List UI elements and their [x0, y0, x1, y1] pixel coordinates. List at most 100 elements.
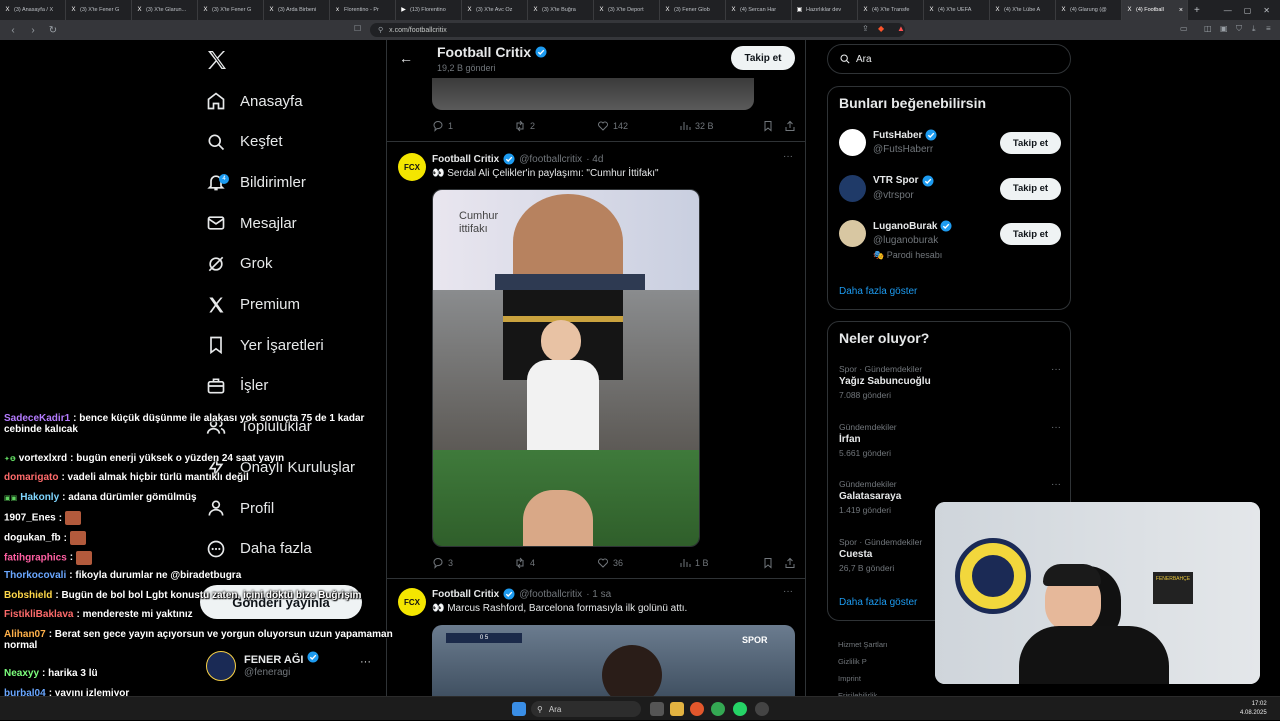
task-view-icon[interactable]: [650, 702, 664, 716]
minimize-icon[interactable]: —: [1224, 6, 1232, 15]
views-button[interactable]: 32 B: [679, 120, 714, 132]
share-icon[interactable]: ⇪: [862, 24, 869, 33]
bookmark-button[interactable]: [762, 120, 774, 132]
footer-link[interactable]: Gizlilik P: [838, 653, 948, 670]
share-button[interactable]: [784, 557, 796, 569]
forward-icon[interactable]: ›: [26, 25, 40, 36]
new-tab-button[interactable]: +: [1188, 5, 1206, 16]
browser-tab[interactable]: X (4) Glarung (@: [1056, 0, 1122, 20]
x-logo-icon[interactable]: [205, 48, 229, 72]
follow-button[interactable]: Takip et: [731, 46, 795, 70]
suggestion-item[interactable]: VTR Spor @vtrspor Takip et: [839, 174, 1061, 215]
retweet-button[interactable]: 4: [514, 557, 535, 569]
brave-shield-icon[interactable]: ◆: [878, 24, 884, 33]
browser-tab[interactable]: X (3) X'te Avc Oz: [462, 0, 528, 20]
tweet[interactable]: FCX Football Critix @footballcritix · 4d…: [387, 143, 805, 579]
tweet-handle[interactable]: @footballcritix: [519, 589, 582, 600]
search-input[interactable]: Ara: [827, 44, 1071, 74]
show-more-link[interactable]: Daha fazla göster: [839, 597, 917, 608]
follow-button[interactable]: Takip et: [1000, 177, 1061, 200]
reply-button[interactable]: 3: [432, 557, 453, 569]
tweet-time[interactable]: · 4d: [586, 154, 603, 165]
trend-more-icon[interactable]: ···: [1051, 422, 1061, 433]
browser-tab[interactable]: X (3) X'te Glarun...: [132, 0, 198, 20]
browser-tab[interactable]: X (3) X'te Deport: [594, 0, 660, 20]
nav-item-bell[interactable]: 4 Bildirimler: [206, 167, 306, 197]
follow-button[interactable]: Takip et: [1000, 223, 1061, 245]
tweet[interactable]: FCX Football Critix @footballcritix · 1 …: [387, 580, 805, 696]
browser-tab[interactable]: X (3) X'te Fener G: [66, 0, 132, 20]
browser-tab[interactable]: X (3) Arda Birbeni: [264, 0, 330, 20]
footer-link[interactable]: Imprint: [838, 670, 948, 687]
tweet-more-icon[interactable]: ···: [783, 151, 793, 162]
browser-tab[interactable]: X (4) X'te Lübe A: [990, 0, 1056, 20]
start-icon[interactable]: [512, 702, 526, 716]
show-more-link[interactable]: Daha fazla göster: [839, 286, 917, 297]
browser-tab[interactable]: ▶ (13) Florentino: [396, 0, 462, 20]
avatar[interactable]: [839, 129, 866, 156]
share-button[interactable]: [784, 120, 796, 132]
trend-more-icon[interactable]: ···: [1051, 479, 1061, 490]
menu-icon[interactable]: ≡: [1266, 24, 1271, 33]
vpn-icon[interactable]: ⛉: [1236, 24, 1242, 34]
tweet-time[interactable]: · 1 sa: [586, 589, 611, 600]
views-button[interactable]: 1 B: [679, 557, 709, 569]
tweet-author[interactable]: Football Critix: [432, 154, 499, 165]
back-icon[interactable]: ‹: [6, 25, 20, 36]
taskbar-search[interactable]: ⚲ Ara: [531, 701, 641, 717]
extensions-icon[interactable]: ◫: [1204, 24, 1212, 33]
close-icon[interactable]: ×: [1179, 7, 1183, 14]
nav-item-bookmark[interactable]: Yer İşaretleri: [206, 330, 324, 360]
bookmark-page-icon[interactable]: ☐: [354, 24, 361, 33]
bookmark-button[interactable]: [762, 557, 774, 569]
avatar[interactable]: [839, 174, 866, 202]
trend-item[interactable]: Spor · Gündemdekiler Yağız Sabuncuoğlu 7…: [839, 364, 1061, 410]
nav-item-x[interactable]: Premium: [206, 290, 300, 320]
footer-link[interactable]: Hizmet Şartları: [838, 636, 948, 653]
url-field[interactable]: ⚲ x.com/footballcritix: [370, 23, 905, 37]
reload-icon[interactable]: ↻: [46, 25, 60, 36]
avatar[interactable]: FCX: [398, 153, 426, 181]
trend-more-icon[interactable]: ···: [1051, 364, 1061, 375]
file-explorer-icon[interactable]: [670, 702, 684, 716]
browser-tab[interactable]: X (3) Fener Glob: [660, 0, 726, 20]
nav-item-briefcase[interactable]: İşler: [206, 371, 268, 401]
site-info-icon[interactable]: ⚲: [378, 26, 383, 34]
browser-tab[interactable]: X (3) Anasayfa / X: [0, 0, 66, 20]
system-clock[interactable]: 17:02 4.08.2025: [1240, 700, 1267, 718]
browser-tab[interactable]: X (4) X'te UEFA: [924, 0, 990, 20]
back-arrow-icon[interactable]: ←: [399, 50, 413, 66]
brave-icon[interactable]: [690, 702, 704, 716]
avatar[interactable]: [839, 220, 866, 247]
like-button[interactable]: 36: [597, 557, 623, 569]
nav-item-mail[interactable]: Mesajlar: [206, 208, 297, 238]
like-button[interactable]: 142: [597, 120, 628, 132]
retweet-button[interactable]: 2: [514, 120, 535, 132]
tweet-image[interactable]: [432, 78, 754, 110]
suggestion-item[interactable]: LuganoBurak @luganoburak 🎭 Parodi hesabı…: [839, 220, 1061, 260]
tweet-image[interactable]: Cumhur ittifakı: [432, 189, 700, 547]
reply-button[interactable]: 1: [432, 120, 453, 132]
browser-tab[interactable]: X (4) X'te Transfe: [858, 0, 924, 20]
tweet-video[interactable]: 0 5 SPOR: [432, 625, 795, 696]
browser-tab[interactable]: x Florentino - Pr: [330, 0, 396, 20]
nav-item-grok[interactable]: Grok: [206, 249, 273, 279]
suggestion-item[interactable]: FutsHaber @FutsHaberr Takip et: [839, 129, 1061, 169]
tweet-more-icon[interactable]: ···: [783, 586, 793, 597]
browser-tab[interactable]: X (4) Sercan Har: [726, 0, 792, 20]
chrome-icon[interactable]: [711, 702, 725, 716]
wallet-icon[interactable]: ▣: [1220, 24, 1228, 33]
follow-button[interactable]: Takip et: [1000, 132, 1061, 154]
close-icon[interactable]: ✕: [1263, 6, 1270, 15]
rewards-icon[interactable]: ▲: [897, 24, 905, 33]
browser-tab[interactable]: X (4) Football ×: [1122, 0, 1188, 20]
browser-tab[interactable]: X (3) X'te Fener G: [198, 0, 264, 20]
maximize-icon[interactable]: ▢: [1244, 6, 1252, 15]
sidebar-toggle-icon[interactable]: ▭: [1180, 24, 1188, 33]
browser-tab[interactable]: X (3) X'te Buğra: [528, 0, 594, 20]
tweet-author[interactable]: Football Critix: [432, 589, 499, 600]
trend-item[interactable]: Gündemdekiler İrfan 5.661 gönderi ···: [839, 422, 1061, 468]
whatsapp-icon[interactable]: [733, 702, 747, 716]
nav-item-home[interactable]: Anasayfa: [206, 86, 303, 116]
tweet-handle[interactable]: @footballcritix: [519, 154, 582, 165]
